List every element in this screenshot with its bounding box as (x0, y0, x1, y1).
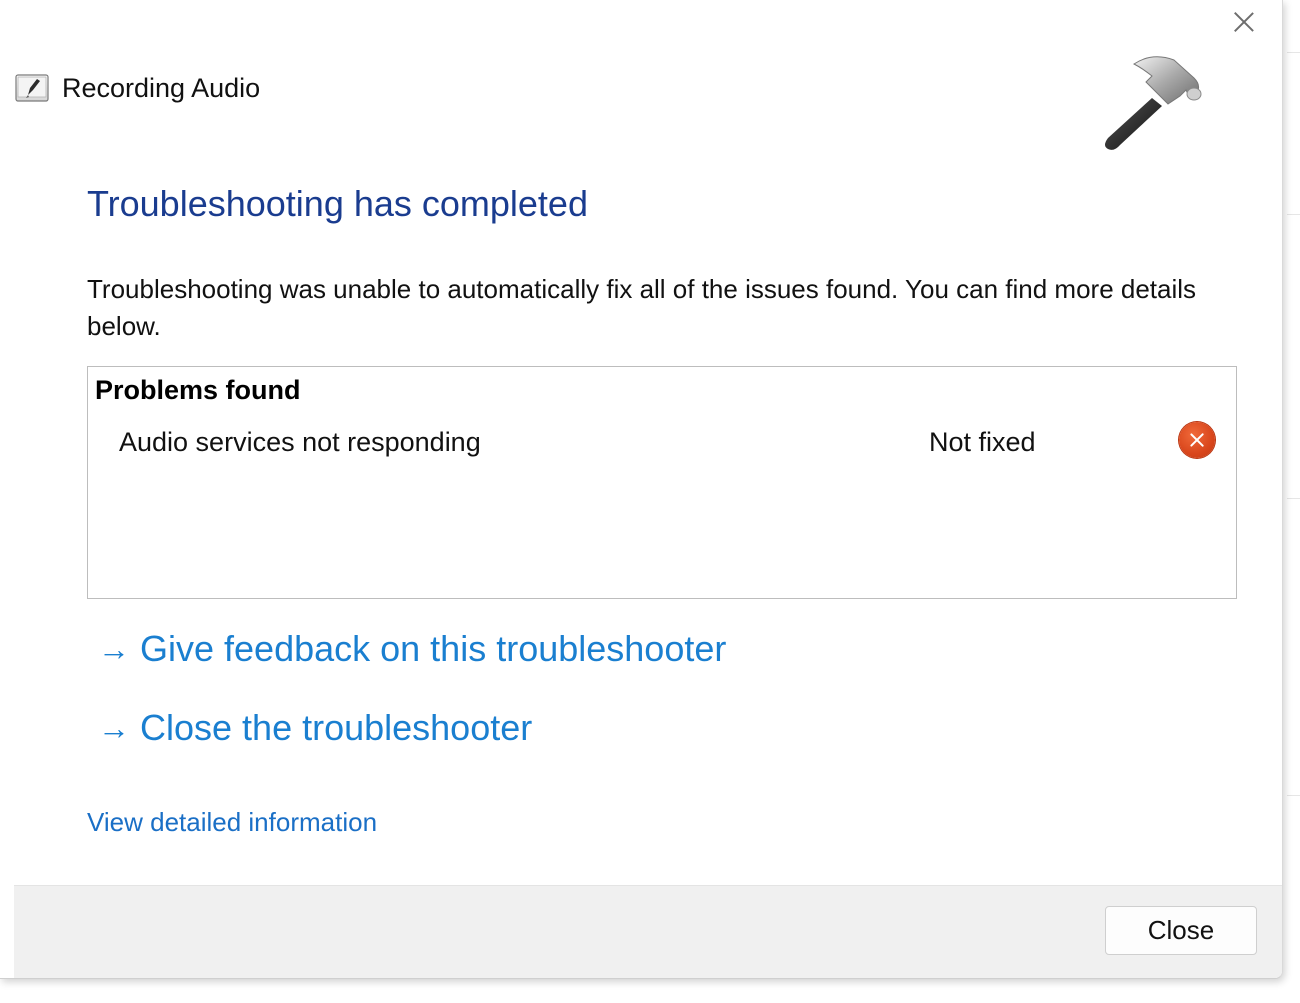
divider (1287, 498, 1300, 499)
divider (1287, 795, 1300, 796)
arrow-right-icon: → (98, 631, 130, 667)
close-troubleshooter-link[interactable]: → Close the troubleshooter (98, 704, 532, 752)
audio-recording-icon (15, 74, 49, 102)
close-button[interactable]: Close (1105, 906, 1257, 955)
view-detailed-information-link[interactable]: View detailed information (87, 807, 377, 838)
window-title: Recording Audio (62, 73, 261, 103)
error-icon (1179, 422, 1215, 458)
problem-name: Audio services not responding (119, 427, 481, 457)
page-title: Troubleshooting has completed (87, 183, 588, 224)
divider (1287, 214, 1300, 215)
background-strip (1283, 0, 1300, 1003)
problems-header: Problems found (95, 375, 301, 405)
link-label: Give feedback on this troubleshooter (140, 628, 727, 669)
dialog-footer (14, 885, 1282, 978)
link-label: Close the troubleshooter (140, 707, 533, 748)
arrow-right-icon: → (98, 710, 130, 746)
give-feedback-link[interactable]: → Give feedback on this troubleshooter (98, 625, 726, 673)
troubleshooter-dialog: Recording Audio Troubleshooting has comp… (0, 0, 1283, 979)
close-icon[interactable] (1231, 9, 1257, 35)
hammer-icon (1105, 56, 1202, 150)
divider (1287, 52, 1300, 53)
problems-panel: Problems found Audio services not respon… (87, 366, 1237, 599)
list-item[interactable]: Audio services not responding Not fixed (88, 419, 1236, 467)
description-text: Troubleshooting was unable to automatica… (87, 274, 1197, 341)
status-badge: Not fixed (929, 427, 1036, 457)
